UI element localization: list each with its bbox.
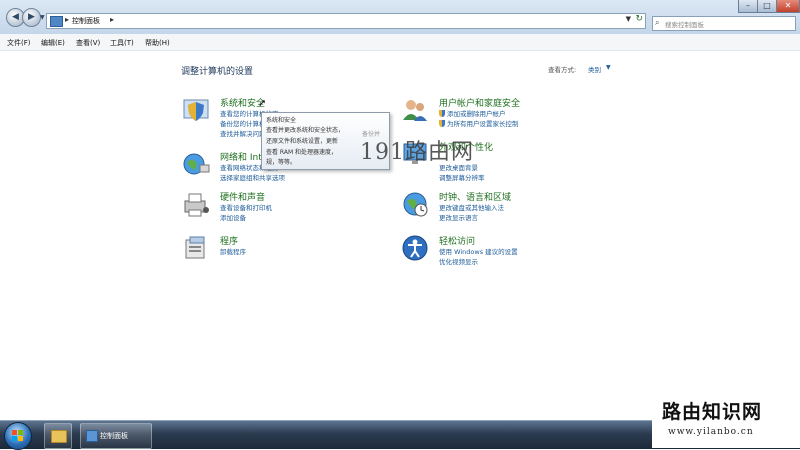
category-clock-language[interactable]: 时钟、语言和区域 更改键盘或其他输入法 更改显示语言 — [401, 190, 621, 224]
menu-help[interactable]: 帮助(H) — [145, 38, 170, 48]
tooltip-line: 还原文件和系统设置，更新 — [266, 138, 339, 145]
windows-logo-icon — [12, 430, 24, 442]
category-link-text[interactable]: 添加或删除用户帐户 — [447, 110, 506, 118]
menu-file[interactable]: 文件(F) — [7, 38, 31, 48]
chevron-down-icon[interactable]: ▼ — [606, 64, 611, 71]
category-link[interactable]: 优化视频显示 — [439, 256, 478, 266]
category-link[interactable]: 更改键盘或其他输入法 — [439, 202, 504, 212]
address-dropdown-icon[interactable]: ▼ — [626, 15, 631, 23]
category-programs[interactable]: 程序 卸载程序 — [182, 234, 392, 262]
programs-icon — [185, 236, 205, 259]
uac-shield-icon — [439, 110, 445, 117]
category-link[interactable]: 添加或删除用户帐户 — [439, 108, 506, 118]
search-placeholder: 搜索控制面板 — [665, 21, 704, 29]
ease-of-access-icon — [402, 235, 428, 261]
category-hardware-sound[interactable]: 硬件和声音 查看设备和打印机 添加设备 — [182, 190, 392, 224]
view-by-label: 查看方式: — [548, 66, 577, 74]
uac-shield-icon — [439, 120, 445, 127]
page-title: 调整计算机的设置 — [181, 67, 254, 77]
category-user-accounts[interactable]: 用户帐户和家庭安全 添加或删除用户帐户 为所有用户设置家长控制 — [401, 96, 621, 130]
taskbar-item-label: 控制面板 — [100, 432, 128, 440]
category-link[interactable]: 选择家庭组和共享选项 — [220, 172, 285, 182]
network-globe-icon — [183, 153, 210, 175]
minimize-button[interactable]: – — [738, 0, 758, 13]
recent-pages-dropdown[interactable]: ▼ — [40, 14, 45, 21]
category-link[interactable]: 为所有用户设置家长控制 — [439, 118, 519, 128]
menu-bar: 文件(F) 编辑(E) 查看(V) 工具(T) 帮助(H) — [0, 34, 800, 51]
watermark-title: 路由知识网 — [662, 401, 763, 423]
watermark-text: 191路由网 — [360, 140, 474, 165]
taskbar-explorer[interactable] — [44, 423, 72, 449]
shield-pc-icon — [183, 99, 209, 121]
category-link[interactable]: 备份您的计算机 — [220, 118, 266, 128]
forward-button[interactable]: ▶ — [22, 8, 41, 27]
start-button[interactable] — [4, 422, 32, 450]
tooltip-line: 查看 RAM 和处理器速度， — [266, 149, 338, 156]
users-icon — [403, 100, 427, 121]
category-link[interactable]: 更改显示语言 — [439, 212, 478, 222]
breadcrumb-separator[interactable]: ▸ — [65, 15, 69, 24]
category-link[interactable]: 查看设备和打印机 — [220, 202, 272, 212]
category-link[interactable]: 使用 Windows 建议的设置 — [439, 246, 518, 256]
clock-globe-icon — [403, 192, 428, 217]
printer-speaker-icon — [184, 193, 209, 217]
search-icon: ⌕ — [655, 18, 660, 27]
tooltip-line: 规，等等。 — [266, 159, 297, 166]
breadcrumb-separator[interactable]: ▸ — [110, 15, 114, 24]
control-panel-icon — [86, 430, 98, 442]
address-bar[interactable]: ▸ 控制面板 ▸ ▼ ↻ — [46, 13, 646, 29]
tooltip-line: 系统和安全 — [266, 117, 297, 124]
watermark-badge: 路由知识网 www.yilanbo.cn — [652, 391, 800, 448]
menu-view[interactable]: 查看(V) — [76, 38, 100, 48]
close-button[interactable]: ✕ — [776, 0, 800, 13]
tooltip-line: 查看并更改系统和安全状态， — [266, 127, 345, 134]
category-link-text[interactable]: 为所有用户设置家长控制 — [447, 120, 519, 128]
category-ease-of-access[interactable]: 轻松访问 使用 Windows 建议的设置 优化视频显示 — [401, 234, 621, 268]
folder-icon — [51, 430, 67, 443]
category-link[interactable]: 卸载程序 — [220, 246, 246, 256]
breadcrumb-control-panel[interactable]: 控制面板 — [72, 16, 100, 26]
menu-edit[interactable]: 编辑(E) — [41, 38, 65, 48]
view-by-dropdown[interactable]: 类别 — [588, 64, 601, 74]
watermark-url: www.yilanbo.cn — [668, 427, 754, 437]
mouse-cursor-icon: ➚ — [258, 98, 267, 109]
category-link[interactable]: 添加设备 — [220, 212, 246, 222]
category-link[interactable]: 调整屏幕分辨率 — [439, 172, 485, 182]
taskbar-control-panel[interactable]: 控制面板 — [80, 423, 152, 449]
maximize-button[interactable]: □ — [757, 0, 777, 13]
control-panel-window: ◀ ▶ ▼ ▸ 控制面板 ▸ ▼ ↻ ⌕ 搜索控制面板 – □ ✕ 文件(F) … — [0, 0, 800, 420]
category-link[interactable]: 查找并解决问题 — [220, 128, 266, 138]
address-toolbar: ◀ ▶ ▼ ▸ 控制面板 ▸ ▼ ↻ ⌕ 搜索控制面板 – □ ✕ — [0, 0, 800, 35]
menu-tools[interactable]: 工具(T) — [110, 38, 134, 48]
refresh-icon[interactable]: ↻ — [635, 14, 643, 24]
control-panel-icon — [50, 16, 63, 27]
search-input[interactable]: ⌕ 搜索控制面板 — [652, 16, 796, 31]
